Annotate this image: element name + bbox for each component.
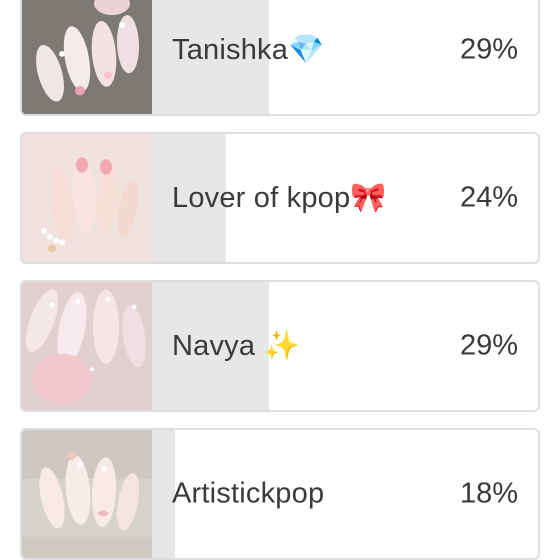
option-label: Navya ✨: [172, 330, 300, 362]
poll-results: Tanishka💎 29% Lover of kpop🎀 24% Navya ✨…: [0, 0, 560, 560]
poll-option-4[interactable]: Artistickpop 18%: [20, 428, 540, 560]
option-thumbnail: [22, 0, 152, 114]
option-percent: 29%: [459, 329, 518, 362]
poll-option-3[interactable]: Navya ✨ 29%: [20, 280, 540, 412]
option-thumbnail: [22, 430, 152, 558]
option-thumbnail: [22, 134, 152, 262]
poll-option-2[interactable]: Lover of kpop🎀 24%: [20, 132, 540, 264]
option-percent: 24%: [459, 181, 518, 214]
option-label: Artistickpop: [172, 477, 325, 510]
option-percent: 29%: [459, 33, 518, 66]
option-thumbnail: [22, 282, 152, 410]
option-label: Tanishka💎: [172, 34, 325, 66]
option-percent: 18%: [459, 477, 518, 510]
poll-option-1[interactable]: Tanishka💎 29%: [20, 0, 540, 116]
option-label: Lover of kpop🎀: [172, 182, 387, 214]
